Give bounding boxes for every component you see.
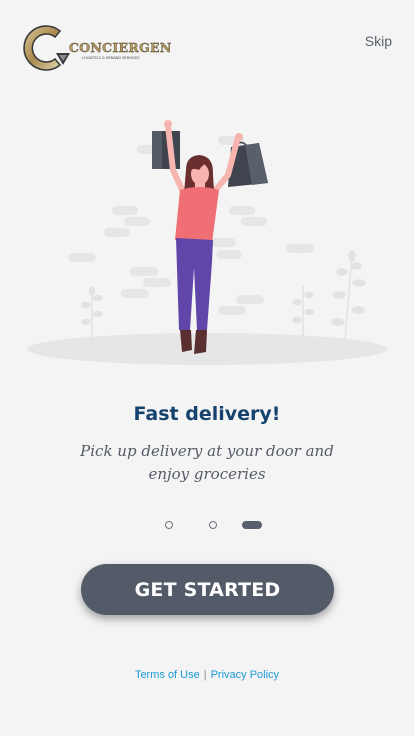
get-started-button[interactable]: GET STARTED (81, 564, 334, 615)
onboarding-screen: CONCIERGENCE LOGISTICS & ERRAND SERVICES… (0, 0, 414, 736)
conciergence-logo: CONCIERGENCE LOGISTICS & ERRAND SERVICES (23, 25, 172, 71)
page-indicator (0, 519, 414, 531)
link-separator: | (203, 669, 207, 681)
shopping-woman-illustration (27, 120, 387, 365)
privacy-policy-link[interactable]: Privacy Policy (211, 669, 279, 681)
page-dot-2[interactable] (209, 521, 217, 529)
terms-of-use-link[interactable]: Terms of Use (135, 669, 200, 681)
slide-subtitle: Pick up delivery at your door and enjoy … (80, 442, 334, 483)
page-dot-3-active[interactable] (242, 521, 262, 529)
logo-wordmark: CONCIERGENCE (69, 40, 172, 55)
skip-button[interactable]: Skip (365, 33, 392, 49)
legal-links: Terms of Use | Privacy Policy (0, 669, 414, 681)
page-dot-1[interactable] (165, 521, 173, 529)
logo-tagline: LOGISTICS & ERRAND SERVICES (82, 56, 140, 60)
slide-title: Fast delivery! (133, 403, 281, 425)
